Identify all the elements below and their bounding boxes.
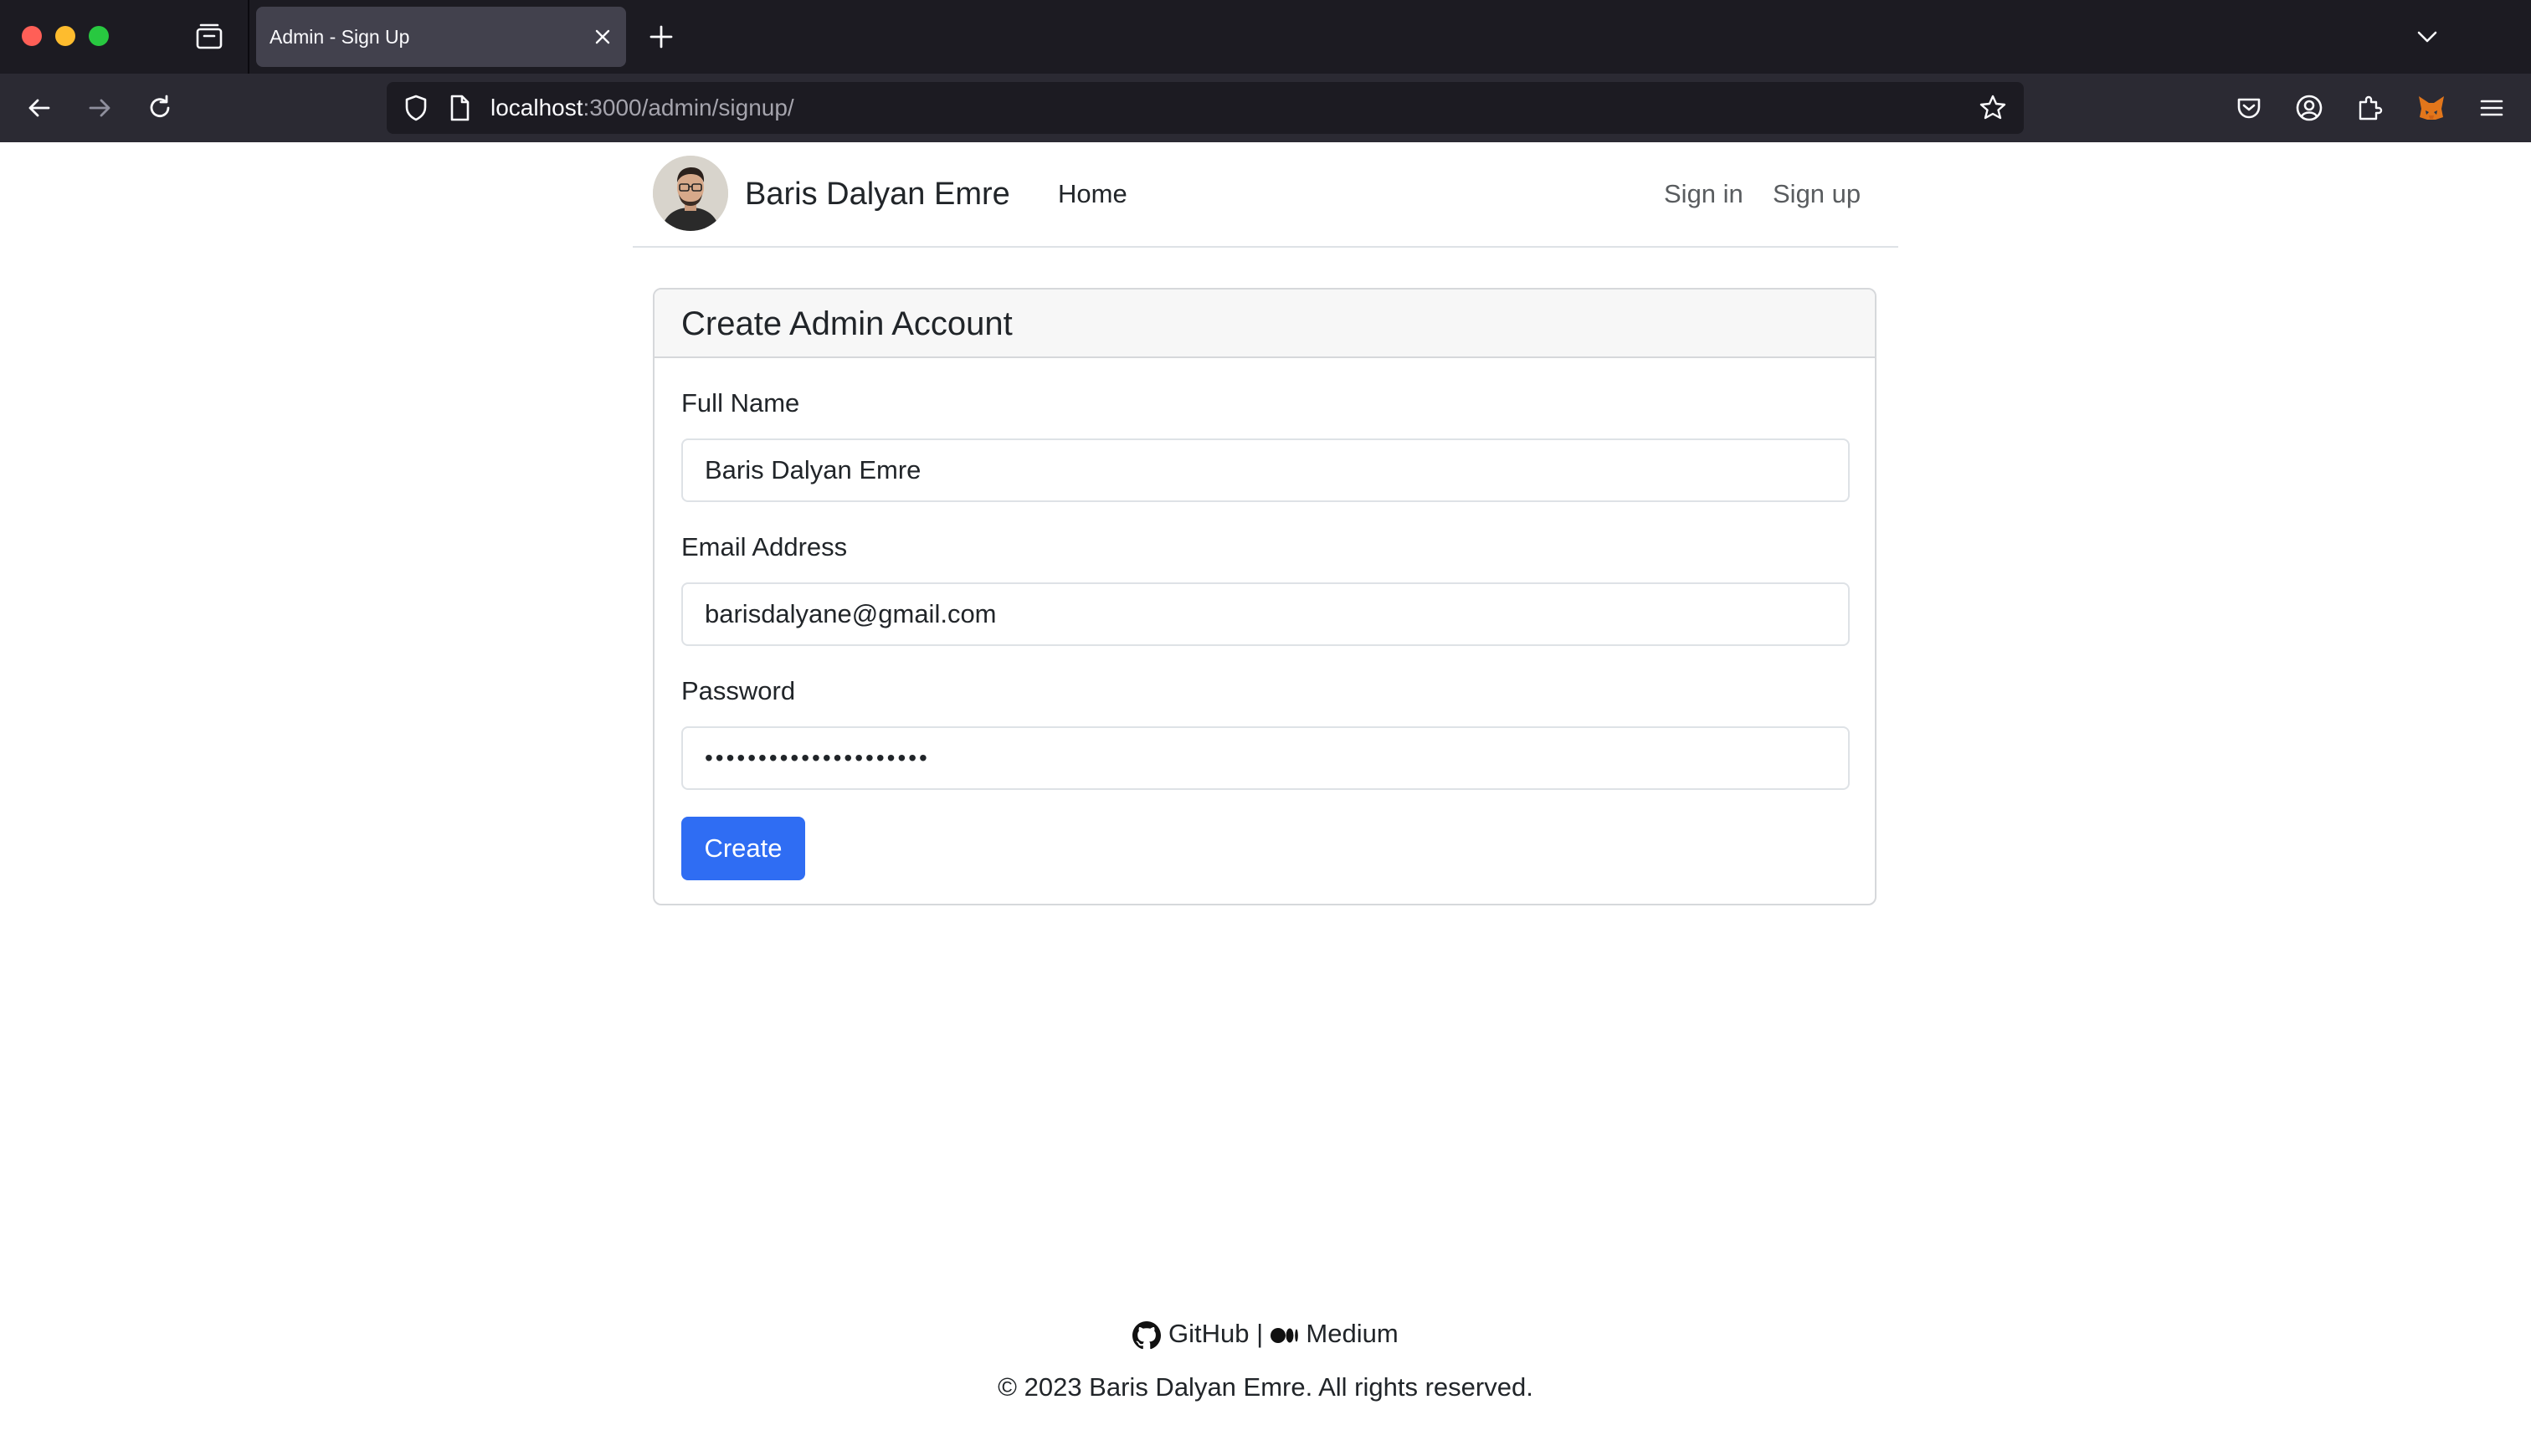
- url-path: :3000/admin/signup/: [583, 95, 794, 120]
- reload-icon[interactable]: [144, 92, 176, 124]
- site-brand[interactable]: Baris Dalyan Emre: [745, 142, 1010, 246]
- card-title: Create Admin Account: [681, 305, 1013, 342]
- browser-toolbar: localhost:3000/admin/signup/: [0, 74, 2531, 142]
- metamask-fox-icon[interactable]: [2415, 92, 2447, 124]
- account-icon[interactable]: [2293, 92, 2325, 124]
- medium-icon: [1270, 1327, 1298, 1343]
- close-tab-icon[interactable]: [593, 27, 613, 47]
- page-icon[interactable]: [444, 92, 475, 124]
- url-text[interactable]: localhost:3000/admin/signup/: [490, 82, 794, 134]
- menu-hamburger-icon[interactable]: [2476, 92, 2508, 124]
- card-header: Create Admin Account: [655, 290, 1875, 358]
- signup-card: Create Admin Account Full Name Baris Dal…: [653, 288, 1876, 905]
- footer-separator: |: [1256, 1319, 1264, 1348]
- footer-links: GitHub | Medium: [0, 1315, 2531, 1352]
- close-window-button[interactable]: [22, 26, 42, 46]
- copyright-text: © 2023 Baris Dalyan Emre. All rights res…: [998, 1372, 1533, 1402]
- fullname-label: Full Name: [681, 388, 800, 418]
- shield-icon[interactable]: [400, 92, 432, 124]
- site-header: Baris Dalyan Emre Home Sign in Sign up: [633, 142, 1898, 248]
- avatar[interactable]: [653, 156, 728, 231]
- back-arrow-icon[interactable]: [23, 92, 55, 124]
- firefox-view-icon[interactable]: [194, 22, 224, 52]
- github-link[interactable]: GitHub: [1168, 1319, 1249, 1348]
- pocket-icon[interactable]: [2233, 92, 2265, 124]
- password-input[interactable]: •••••••••••••••••••••: [681, 726, 1850, 790]
- nav-signin-link[interactable]: Sign in: [1664, 142, 1743, 246]
- forward-arrow-icon[interactable]: [84, 92, 116, 124]
- active-tab[interactable]: Admin - Sign Up: [256, 7, 626, 67]
- browser-tab-bar: Admin - Sign Up: [0, 0, 2531, 74]
- minimize-window-button[interactable]: [55, 26, 75, 46]
- create-button[interactable]: Create: [681, 817, 805, 880]
- github-icon: [1132, 1320, 1162, 1349]
- password-label: Password: [681, 676, 796, 705]
- extensions-puzzle-icon[interactable]: [2354, 92, 2385, 124]
- nav-home-link[interactable]: Home: [1058, 142, 1127, 246]
- zoom-window-button[interactable]: [89, 26, 109, 46]
- nav-signup-link[interactable]: Sign up: [1773, 142, 1861, 246]
- tab-separator: [248, 0, 249, 74]
- new-tab-icon[interactable]: [646, 22, 676, 52]
- fullname-input[interactable]: Baris Dalyan Emre: [681, 438, 1850, 502]
- chevron-down-icon[interactable]: [2414, 23, 2441, 50]
- email-label: Email Address: [681, 532, 848, 561]
- address-bar[interactable]: localhost:3000/admin/signup/: [387, 82, 2024, 134]
- tab-title: Admin - Sign Up: [270, 26, 410, 48]
- profile-photo: [653, 156, 728, 231]
- email-input[interactable]: barisdalyane@gmail.com: [681, 582, 1850, 646]
- star-bookmark-icon[interactable]: [1977, 92, 2009, 124]
- medium-link[interactable]: Medium: [1306, 1319, 1398, 1348]
- url-host: localhost: [490, 95, 583, 120]
